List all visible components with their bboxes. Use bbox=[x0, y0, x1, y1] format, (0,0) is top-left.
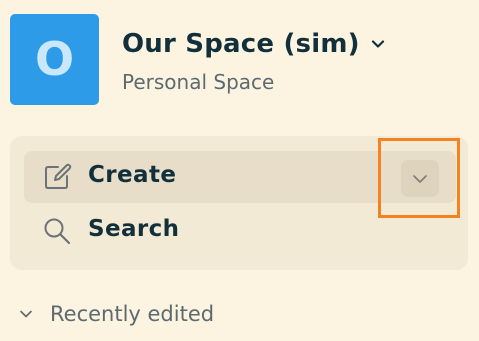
space-title: Our Space (sim) bbox=[122, 29, 360, 59]
recently-edited-label: Recently edited bbox=[50, 302, 215, 326]
create-options-dropdown[interactable] bbox=[401, 160, 439, 197]
pencil-square-icon bbox=[45, 163, 72, 189]
space-subtitle: Personal Space bbox=[122, 70, 275, 94]
chevron-down-icon bbox=[371, 40, 384, 48]
create-label: Create bbox=[88, 162, 177, 188]
space-avatar[interactable]: O bbox=[10, 14, 99, 105]
space-switcher[interactable]: Our Space (sim) bbox=[122, 26, 386, 62]
recently-edited-toggle[interactable]: Recently edited bbox=[18, 298, 214, 330]
chevron-down-icon bbox=[413, 175, 427, 183]
chevron-down-icon bbox=[20, 310, 32, 318]
magnifier-icon bbox=[44, 218, 71, 245]
search-label: Search bbox=[88, 216, 180, 242]
search-button[interactable]: Search bbox=[24, 206, 456, 256]
space-header: O Our Space (sim) Personal Space bbox=[10, 14, 470, 106]
create-button[interactable]: Create bbox=[24, 151, 456, 203]
avatar-letter: O bbox=[34, 32, 75, 86]
